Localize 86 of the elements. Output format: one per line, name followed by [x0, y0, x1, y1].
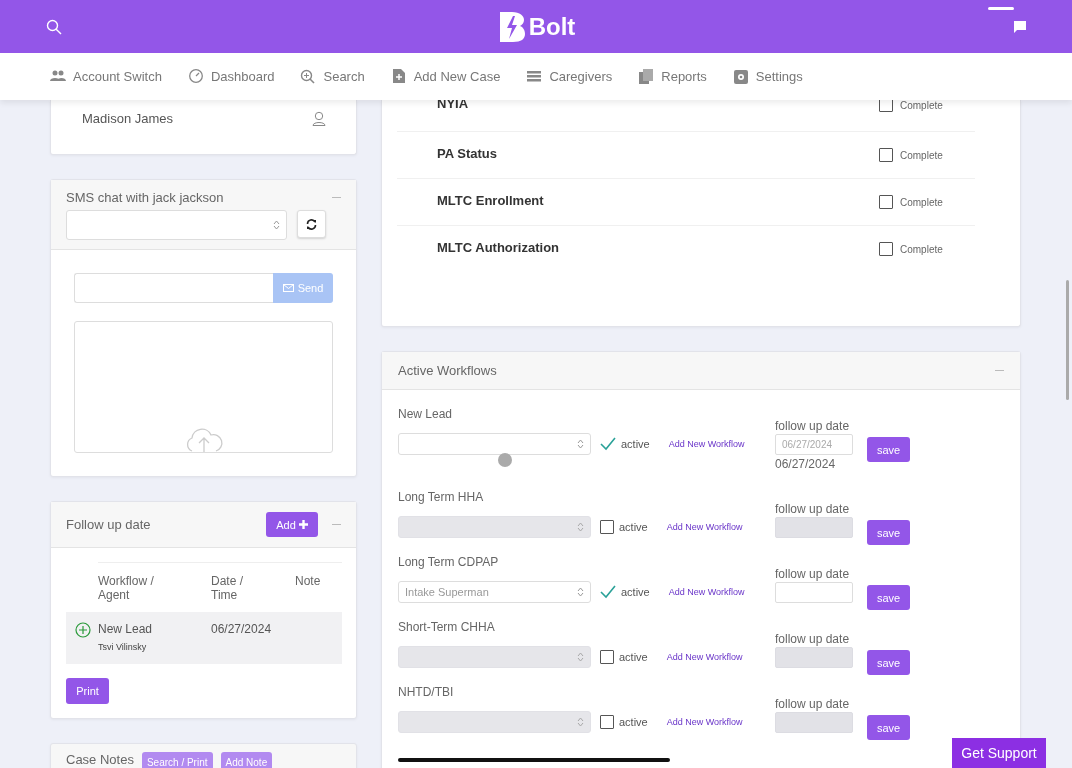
agent-select[interactable]: Intake Superman: [398, 581, 591, 603]
add-button[interactable]: Add: [266, 512, 318, 537]
field-label: follow up date: [775, 419, 851, 433]
checkbox-label: active: [621, 586, 650, 598]
print-button[interactable]: Print: [66, 678, 109, 704]
nav-link[interactable]: Reports: [638, 69, 707, 84]
date-text: 06/27/2024: [775, 457, 837, 471]
nav-link[interactable]: Caregivers: [526, 69, 613, 84]
checkbox-label: Complete: [900, 100, 943, 111]
support-button[interactable]: Get Support: [952, 738, 1046, 768]
select-caret-icon: [577, 587, 584, 597]
date-cell: 06/27/2024: [211, 612, 295, 664]
checkbox-label: active: [619, 651, 648, 663]
gauge-icon: [187, 69, 204, 84]
select-caret-icon: [577, 439, 584, 449]
nav-link[interactable]: Dashboard: [187, 69, 275, 84]
envelope-icon: [282, 284, 294, 292]
checkbox-label: Complete: [900, 196, 943, 208]
checkbox-label: Complete: [900, 149, 943, 161]
checkbox-label: Complete: [900, 243, 943, 255]
checkbox[interactable]: [879, 195, 893, 209]
plus-icon: [298, 520, 308, 529]
field-label: follow up date: [775, 697, 851, 711]
bolt-logo-icon: [499, 11, 525, 42]
search-icon: [300, 69, 317, 84]
workflow-label: Long Term HHA: [398, 490, 485, 504]
select-caret-icon: [577, 717, 584, 727]
card-title: SMS chat with jack jackson: [66, 190, 224, 205]
gear-icon: [732, 69, 749, 84]
checkbox[interactable]: [879, 100, 893, 112]
search-icon[interactable]: [46, 18, 62, 35]
people-icon: [50, 69, 66, 84]
select-caret-icon: [577, 652, 584, 662]
step-label: MLTC Authorization: [437, 240, 560, 255]
step-label: MLTC Enrollment: [437, 193, 544, 208]
agent-select[interactable]: [398, 433, 591, 455]
date-field[interactable]: 06/27/2024: [775, 434, 853, 455]
nav-link[interactable]: Settings: [732, 69, 803, 84]
checkbox-label: active: [619, 521, 648, 533]
field-label: follow up date: [775, 567, 851, 581]
workflow-label: New Lead: [398, 407, 454, 421]
nav-link[interactable]: Search: [300, 69, 365, 84]
upload-area[interactable]: [74, 321, 333, 453]
save-button[interactable]: save: [867, 437, 910, 462]
save-button[interactable]: save: [867, 585, 910, 610]
card-title: Follow up date: [66, 517, 151, 532]
files-icon: [638, 69, 655, 84]
refresh-icon: [306, 218, 317, 230]
refresh-button[interactable]: [297, 210, 326, 238]
profile-menu-indicator[interactable]: [988, 7, 1014, 10]
toolbar-button[interactable]: Add Note: [220, 752, 273, 768]
checkmark-icon[interactable]: [600, 585, 616, 599]
checkbox-label: active: [619, 716, 648, 728]
file-plus-icon: [390, 69, 407, 84]
chat-icon[interactable]: [1013, 20, 1027, 33]
field-label: follow up date: [775, 632, 851, 646]
touch-indicator: [498, 453, 512, 467]
phone-select[interactable]: [66, 210, 287, 240]
add-workflow-link[interactable]: Add New Workflow: [668, 587, 745, 597]
user-icon[interactable]: [312, 111, 326, 126]
checkbox[interactable]: [879, 242, 893, 256]
agent-name: Tsvi Vilinsky: [98, 642, 148, 652]
workflow-label: Long Term CDPAP: [398, 555, 500, 569]
list-icon: [526, 69, 543, 84]
select-caret-icon: [273, 220, 280, 230]
field-label: follow up date: [775, 502, 851, 516]
scrollbar[interactable]: [1066, 280, 1069, 400]
checkmark-icon[interactable]: [600, 437, 616, 451]
workflow-label: NHTD/TBI: [398, 685, 455, 699]
add-circle-icon[interactable]: [75, 622, 91, 638]
toolbar-button[interactable]: Search / Print: [141, 752, 213, 768]
profile-name: Madison James: [82, 111, 174, 128]
nav-link[interactable]: Account Switch: [50, 69, 162, 84]
checkbox-label: active: [621, 438, 650, 450]
select-caret-icon: [577, 522, 584, 532]
step-label: PA Status: [437, 146, 497, 161]
nav-link[interactable]: Add New Case: [390, 69, 501, 84]
workflow-label: Short-Term CHHA: [398, 620, 496, 634]
logo-text: Bolt: [528, 12, 576, 41]
date-field[interactable]: [775, 582, 853, 603]
workflow-name: New Lead: [98, 622, 154, 636]
card-title: Active Workflows: [398, 363, 497, 378]
checkbox[interactable]: [879, 148, 893, 162]
message-input[interactable]: [74, 273, 273, 303]
card-title: Case Notes: [66, 752, 134, 767]
add-workflow-link[interactable]: Add New Workflow: [668, 439, 745, 449]
